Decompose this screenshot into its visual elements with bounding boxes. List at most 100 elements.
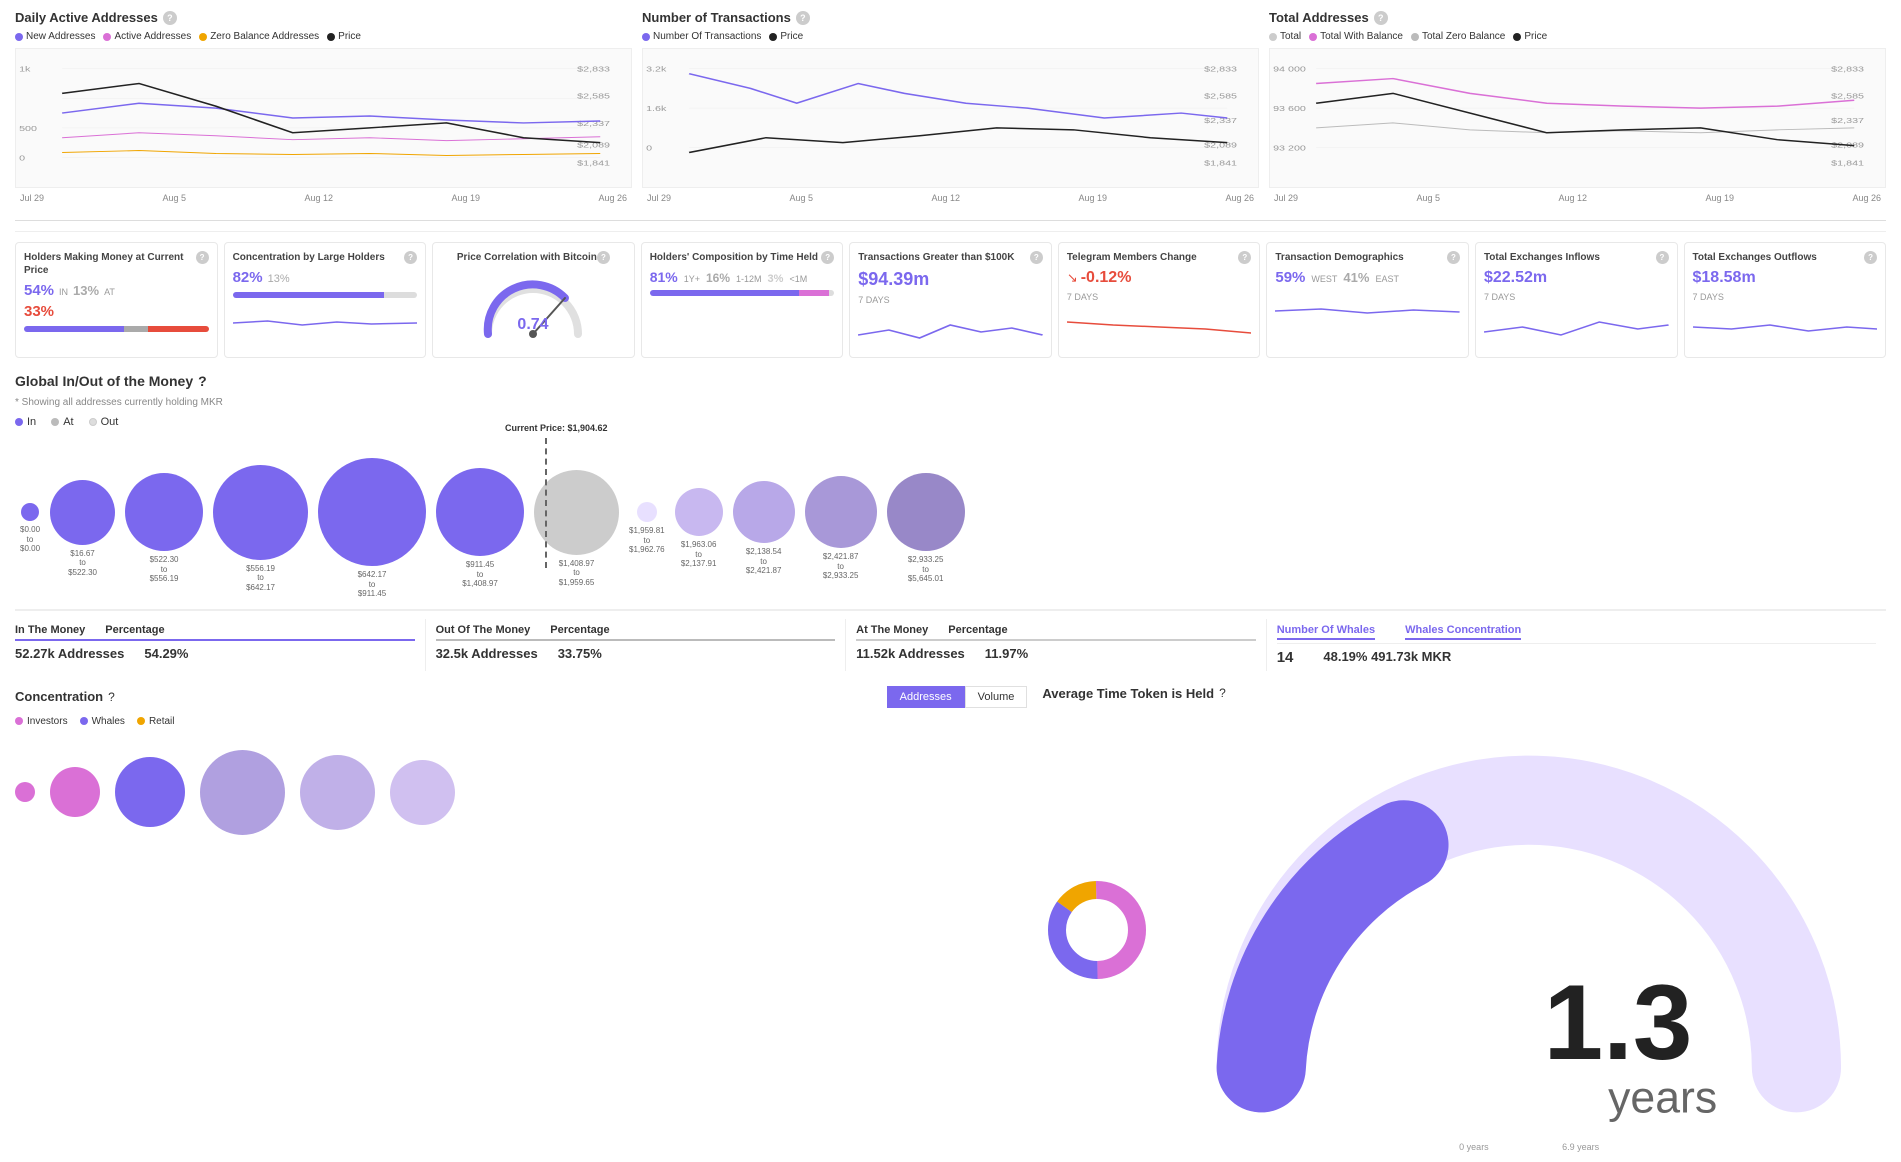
svg-text:$2,833: $2,833 (1831, 66, 1864, 74)
bubbles-container: Current Price: $1,904.62 $0.00to$0.00 $1… (15, 438, 1886, 604)
svg-text:1.3: 1.3 (1544, 962, 1693, 1082)
metric-help-5[interactable]: ? (1030, 251, 1043, 264)
metric-help-7[interactable]: ? (1447, 251, 1460, 264)
avg-time-title-row: Average Time Token is Held ? (1042, 686, 1886, 701)
metric-price-corr-title: Price Correlation with Bitcoin ? (441, 251, 626, 264)
metric-help-3[interactable]: ? (597, 251, 610, 264)
iotm-help-icon[interactable]: ? (198, 373, 207, 389)
price-line (545, 438, 547, 568)
bubble-col-5: $911.45to$1,408.97 (436, 468, 524, 589)
bubble-label-gray: $1,408.97to$1,959.65 (559, 559, 595, 588)
iotm-stat-in: In The Money Percentage 52.27k Addresses… (15, 619, 425, 671)
conc-dot-retail (137, 717, 145, 725)
bubble-label-out-4: $2,933.25to$5,645.01 (908, 555, 944, 584)
telegram-value: -0.12% (1081, 269, 1132, 287)
iotm-stats: In The Money Percentage 52.27k Addresses… (15, 609, 1886, 671)
num-transactions-legend: Number Of Transactions Price (642, 31, 1259, 42)
tx-demo-svg (1275, 291, 1460, 326)
total-addresses-help-icon[interactable]: ? (1374, 11, 1388, 25)
metric-inflows-title: Total Exchanges Inflows ? (1484, 251, 1669, 264)
gauge-container: 0.74 (468, 269, 598, 349)
metric-help-2[interactable]: ? (404, 251, 417, 264)
telegram-sub: 7 DAYS (1067, 292, 1252, 302)
iotm-dot-at (51, 418, 59, 426)
hc-label2: 1-12M (736, 274, 762, 284)
holders-money-values: 54% IN 13% AT (24, 282, 209, 299)
svg-text:$1,841: $1,841 (1204, 159, 1237, 167)
svg-text:0.74: 0.74 (518, 316, 549, 333)
bubbles-row: $0.00to$0.00 $16.67to$522.30 $522.30to$5… (15, 438, 1886, 604)
hc-label3: <1M (789, 274, 807, 284)
tx-demo-mini-chart (1275, 291, 1460, 326)
iotm-legend-in: In (15, 416, 36, 428)
bubble-label-0: $0.00to$0.00 (20, 525, 40, 554)
holders-comp-values: 81% 1Y+ 16% 1-12M 3% <1M (650, 269, 835, 285)
svg-text:1k: 1k (19, 66, 31, 74)
conc-tab-volume[interactable]: Volume (965, 686, 1028, 708)
gauge-svg: 0.74 (473, 274, 593, 344)
avg-time-panel: Average Time Token is Held ? (1042, 686, 1886, 1152)
legend-dot-txs (642, 33, 650, 41)
outflows-sub: 7 DAYS (1693, 292, 1878, 302)
bubble-col-out-4: $2,933.25to$5,645.01 (887, 473, 965, 584)
total-addr-x-labels: Jul 29 Aug 5 Aug 12 Aug 19 Aug 26 (1269, 191, 1886, 205)
conc-help-icon[interactable]: ? (108, 690, 115, 704)
iotm-out-pct-value: 33.75% (558, 646, 602, 661)
num-txs-x-labels: Jul 29 Aug 5 Aug 12 Aug 19 Aug 26 (642, 191, 1259, 205)
metric-concentration-large: Concentration by Large Holders ? 82% 13% (224, 242, 427, 358)
metric-help-8[interactable]: ? (1656, 251, 1669, 264)
daily-active-chart: 1k 500 0 $2,833 $2,585 $2,337 $2,089 $1,… (15, 48, 632, 188)
bubble-col-0: $0.00to$0.00 (20, 503, 40, 554)
legend-dot-new (15, 33, 23, 41)
conc-bubble-mid1 (300, 755, 375, 830)
iotm-section: Global In/Out of the Money ? * Showing a… (15, 373, 1886, 671)
outflows-svg (1693, 307, 1878, 342)
legend-dot-price2 (769, 33, 777, 41)
metric-help-1[interactable]: ? (196, 251, 209, 264)
bar-out (148, 326, 209, 332)
hc-pct3: 3% (768, 273, 784, 285)
num-transactions-help-icon[interactable]: ? (796, 11, 810, 25)
bubble-label-4: $642.17to$911.45 (358, 570, 387, 599)
top-charts-row: Daily Active Addresses ? New Addresses A… (15, 10, 1886, 205)
svg-text:3.2k: 3.2k (646, 66, 667, 74)
iotm-conc-stats: Number Of Whales Whales Concentration 14… (1266, 619, 1886, 671)
daily-active-help-icon[interactable]: ? (163, 11, 177, 25)
bar-in (24, 326, 124, 332)
conc-legend-investors: Investors (15, 716, 68, 727)
bubble-5 (436, 468, 524, 556)
metric-inflows: Total Exchanges Inflows ? $22.52m 7 DAYS (1475, 242, 1678, 358)
metric-help-4[interactable]: ? (821, 251, 834, 264)
iotm-out-label: Out Of The Money (436, 624, 531, 636)
iotm-stat-at-headers: At The Money Percentage (856, 624, 1256, 641)
donut-chart (1042, 875, 1152, 988)
legend-dot-total-zero (1411, 33, 1419, 41)
daily-active-title: Daily Active Addresses ? (15, 10, 632, 25)
iotm-section-title: Global In/Out of the Money ? (15, 373, 1886, 389)
metric-holders-money: Holders Making Money at Current Price ? … (15, 242, 218, 358)
legend-price-3: Price (1513, 31, 1547, 42)
conc-large-pct1: 82% (233, 269, 263, 286)
donut-svg (1042, 875, 1152, 985)
avg-time-help-icon[interactable]: ? (1219, 686, 1226, 700)
iotm-in-label: In The Money (15, 624, 85, 636)
bubble-col-1: $16.67to$522.30 (50, 480, 115, 578)
iotm-subtitle: * Showing all addresses currently holdin… (15, 397, 1886, 408)
svg-text:1.6k: 1.6k (646, 105, 667, 113)
legend-price-2: Price (769, 31, 803, 42)
tx-demo-west-label: WEST (1311, 274, 1337, 284)
metric-help-9[interactable]: ? (1864, 251, 1877, 264)
num-transactions-panel: Number of Transactions ? Number Of Trans… (642, 10, 1259, 205)
outflows-mini-chart (1693, 307, 1878, 342)
conc-tab-addresses[interactable]: Addresses (887, 686, 965, 708)
iotm-in-pct-label: Percentage (105, 624, 164, 636)
txs-100k-svg (858, 310, 1043, 345)
legend-new-addresses: New Addresses (15, 31, 95, 42)
metric-help-6[interactable]: ? (1238, 251, 1251, 264)
svg-text:$1,841: $1,841 (1831, 159, 1864, 167)
total-addresses-panel: Total Addresses ? Total Total With Balan… (1269, 10, 1886, 205)
tx-demo-values: 59% WEST 41% EAST (1275, 269, 1460, 286)
bar-large-pct (233, 292, 384, 298)
holders-comp-bar (650, 290, 835, 296)
bubble-out-4 (887, 473, 965, 551)
